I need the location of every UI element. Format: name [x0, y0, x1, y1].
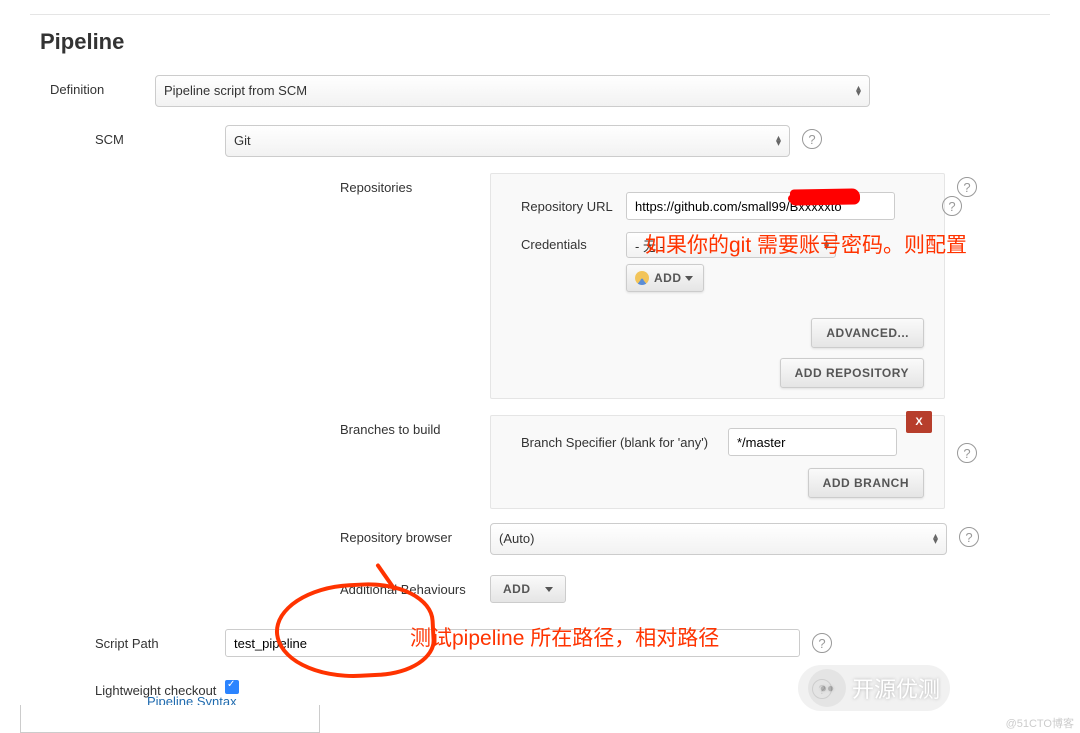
lightweight-checkbox[interactable]: [225, 680, 239, 694]
add-repository-button[interactable]: ADD REPOSITORY: [780, 358, 924, 388]
key-icon: [635, 271, 649, 285]
delete-branch-button[interactable]: X: [906, 411, 932, 433]
definition-label: Definition: [50, 75, 155, 97]
help-icon[interactable]: ?: [802, 129, 822, 149]
branches-box: X Branch Specifier (blank for 'any') ADD…: [490, 415, 945, 509]
wechat-icon: ●●: [808, 669, 846, 707]
help-icon[interactable]: ?: [957, 177, 977, 197]
chevron-updown-icon: [776, 136, 781, 146]
help-icon[interactable]: ?: [942, 196, 962, 216]
scm-select[interactable]: Git: [225, 125, 790, 157]
credentials-label: Credentials: [521, 232, 626, 252]
branch-spec-label: Branch Specifier (blank for 'any'): [521, 435, 728, 450]
redaction-scribble: [790, 188, 860, 205]
repo-browser-select[interactable]: (Auto): [490, 523, 947, 555]
chevron-updown-icon: [824, 240, 829, 250]
add-credentials-label: ADD: [654, 271, 682, 285]
credentials-select[interactable]: - 无 -: [626, 232, 836, 258]
chevron-updown-icon: [933, 534, 938, 544]
chevron-down-icon: [545, 587, 553, 592]
help-icon[interactable]: ?: [959, 527, 979, 547]
repositories-box: Repository URL Credentials - 无 - ADD: [490, 173, 945, 399]
wechat-badge: ●● 开源优测: [798, 665, 950, 711]
definition-select-value: Pipeline script from SCM: [164, 83, 307, 98]
script-path-label: Script Path: [95, 629, 225, 657]
help-icon[interactable]: ?: [812, 633, 832, 653]
additional-behaviours-label: Additional Behaviours: [340, 575, 490, 603]
section-title-pipeline: Pipeline: [40, 29, 1050, 55]
scm-select-value: Git: [234, 133, 251, 148]
additional-add-button[interactable]: ADD: [490, 575, 566, 603]
footer-watermark: @51CTO博客: [1006, 715, 1074, 731]
add-branch-button[interactable]: ADD BRANCH: [808, 468, 924, 498]
script-path-input[interactable]: [225, 629, 800, 657]
repo-url-label: Repository URL: [521, 199, 626, 214]
advanced-button[interactable]: ADVANCED...: [811, 318, 924, 348]
repositories-label: Repositories: [340, 173, 490, 399]
branches-label: Branches to build: [340, 415, 490, 509]
wechat-badge-text: 开源优测: [852, 672, 940, 704]
branch-spec-input[interactable]: [728, 428, 897, 456]
credentials-select-value: - 无 -: [635, 236, 664, 255]
repo-browser-label: Repository browser: [340, 523, 490, 555]
chevron-down-icon: [685, 276, 693, 281]
footer-box: [20, 705, 320, 733]
help-icon[interactable]: ?: [957, 443, 977, 463]
scm-label: SCM: [95, 125, 225, 157]
add-credentials-button[interactable]: ADD: [626, 264, 704, 292]
repo-browser-value: (Auto): [499, 531, 534, 546]
chevron-updown-icon: [856, 86, 861, 96]
additional-add-label: ADD: [503, 582, 531, 596]
definition-select[interactable]: Pipeline script from SCM: [155, 75, 870, 107]
